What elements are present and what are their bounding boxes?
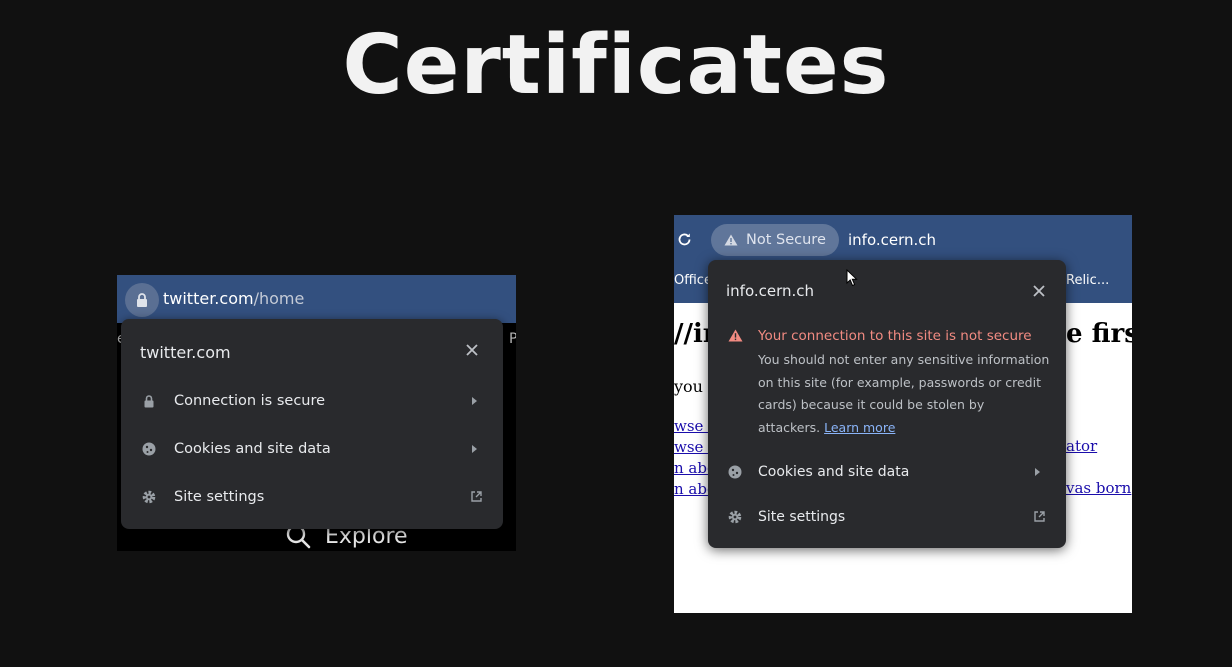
lock-icon — [137, 293, 147, 307]
address-bar: Not Secure info.cern.ch — [674, 215, 1132, 261]
address-bar: twitter.com/home — [117, 275, 516, 323]
bookmark-left[interactable]: Office — [674, 273, 712, 288]
warning-triangle-icon — [728, 329, 743, 342]
warning-title: Your connection to this site is not secu… — [758, 328, 1032, 344]
page-text-line: you — [674, 377, 703, 396]
site-info-popup: twitter.com Connection is secure Cookies… — [121, 319, 503, 529]
slide-title: Certificates — [342, 18, 890, 113]
warning-body-text: You should not enter any sensitive infor… — [758, 352, 1050, 435]
row-label: Connection is secure — [174, 393, 326, 409]
lock-icon — [144, 395, 154, 408]
cookies-row[interactable]: Cookies and site data — [121, 434, 503, 464]
popup-site-name: info.cern.ch — [726, 282, 815, 300]
site-info-button[interactable] — [125, 283, 159, 317]
external-link-icon — [471, 491, 482, 502]
site-settings-row[interactable]: Site settings — [708, 502, 1066, 532]
reload-icon[interactable] — [677, 232, 692, 247]
warning-triangle-icon — [724, 234, 738, 246]
twitter-screenshot: twitter.com/home e P Explore twitter.com… — [117, 275, 516, 551]
learn-more-link[interactable]: Learn more — [824, 420, 895, 435]
mouse-cursor-icon — [846, 269, 858, 287]
cern-screenshot: Not Secure info.cern.ch Office Relic... … — [674, 215, 1132, 613]
popup-site-name: twitter.com — [140, 343, 231, 362]
warning-body: You should not enter any sensitive infor… — [758, 349, 1050, 439]
cookie-icon — [728, 465, 742, 479]
row-label: Site settings — [758, 509, 846, 525]
close-icon[interactable] — [1033, 285, 1045, 297]
not-secure-label: Not Secure — [746, 232, 826, 248]
url-path: /home — [253, 289, 305, 308]
row-label: Cookies and site data — [758, 464, 910, 480]
page-heading-right: e firs — [1066, 319, 1132, 349]
gear-icon — [142, 490, 156, 504]
chevron-right-icon — [472, 397, 477, 405]
row-label: Cookies and site data — [174, 441, 331, 457]
cookie-icon — [142, 442, 156, 456]
external-link-icon — [1034, 511, 1045, 522]
page-link[interactable]: vas born — [1066, 479, 1131, 497]
close-icon[interactable] — [466, 344, 478, 356]
url-host: twitter.com — [163, 289, 254, 308]
cookies-row[interactable]: Cookies and site data — [708, 457, 1066, 487]
site-info-popup: info.cern.ch Your connection to this sit… — [708, 260, 1066, 548]
chevron-right-icon — [472, 445, 477, 453]
url-text[interactable]: twitter.com/home — [163, 289, 304, 308]
page-edge-text-right: P — [509, 331, 516, 347]
not-secure-chip[interactable]: Not Secure — [711, 224, 839, 256]
gear-icon — [728, 510, 742, 524]
bookmark-right[interactable]: Relic... — [1066, 273, 1109, 288]
connection-secure-row[interactable]: Connection is secure — [121, 386, 503, 416]
row-label: Site settings — [174, 489, 265, 505]
url-text[interactable]: info.cern.ch — [848, 231, 936, 249]
page-link[interactable]: ator — [1066, 437, 1097, 455]
site-settings-row[interactable]: Site settings — [121, 482, 503, 512]
chevron-right-icon — [1035, 468, 1040, 476]
